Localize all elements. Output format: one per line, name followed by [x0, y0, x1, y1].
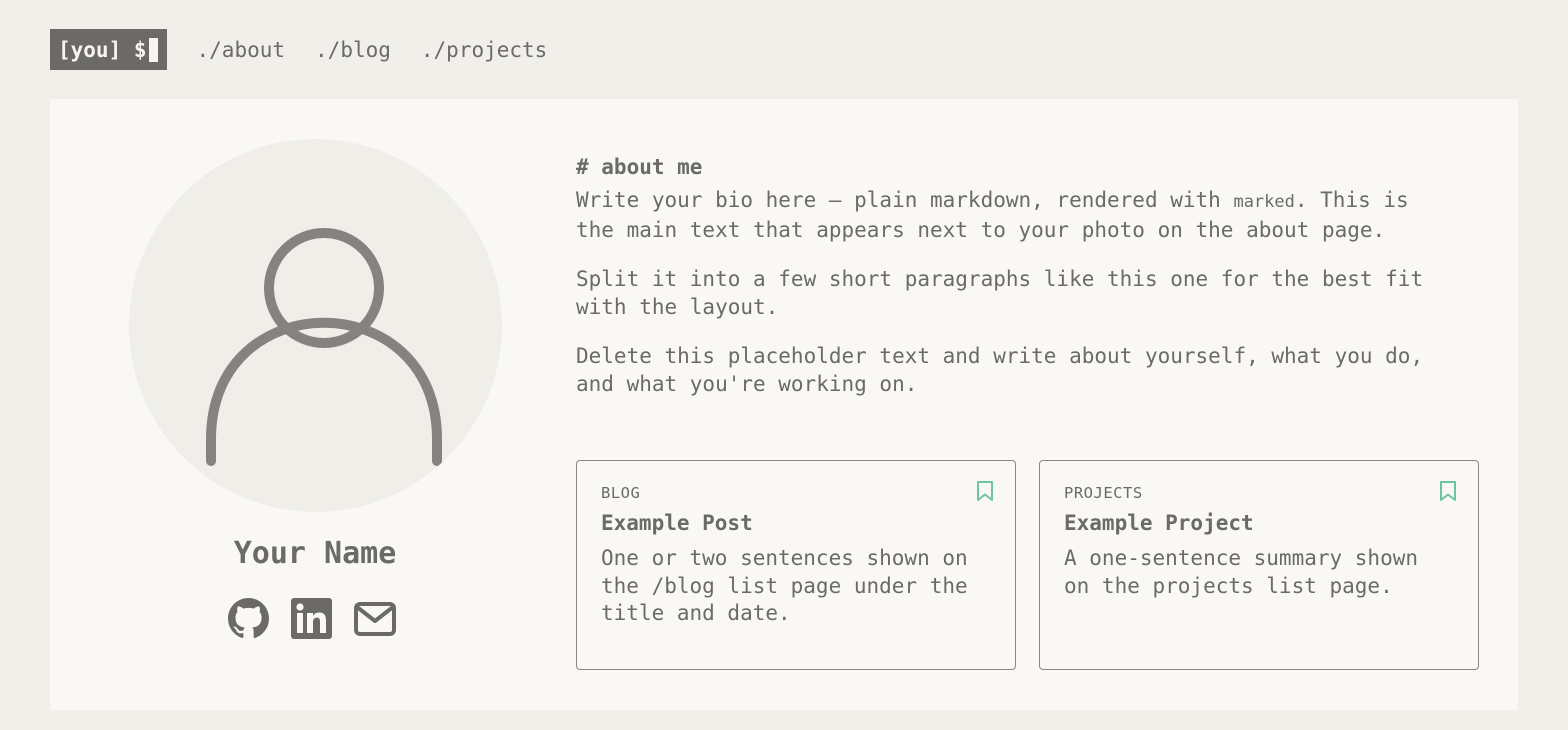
user-silhouette-icon [206, 228, 442, 466]
bio-text: Write your bio here — plain markdown, re… [576, 188, 1234, 212]
about-section: # about me Write your bio here — plain m… [576, 153, 1456, 421]
avatar [129, 139, 502, 512]
nav-link-blog[interactable]: ./blog [315, 38, 391, 62]
project-card[interactable]: PROJECTS Example Project A one-sentence … [1039, 460, 1479, 670]
featured-cards: BLOG Example Post One or two sentences s… [576, 460, 1502, 670]
top-nav-bar: [you] $ ./about ./blog ./projects [50, 29, 577, 70]
card-tag: PROJECTS [1064, 484, 1143, 502]
nav-link-projects[interactable]: ./projects [421, 38, 547, 62]
about-heading: # about me [576, 155, 703, 179]
bookmark-icon [977, 481, 993, 501]
mail-icon[interactable] [354, 601, 396, 640]
card-summary: A one-sentence summary shown on the proj… [1064, 546, 1419, 598]
blog-card[interactable]: BLOG Example Post One or two sentences s… [576, 460, 1016, 670]
logo-text: [you] $ [58, 37, 147, 62]
terminal-cursor-icon [148, 37, 158, 62]
bookmark-icon [1440, 481, 1456, 501]
nav-link-about[interactable]: ./about [197, 38, 286, 62]
nav-links: ./about ./blog ./projects [197, 38, 578, 62]
linkedin-icon[interactable] [291, 598, 332, 643]
profile-name: Your Name [233, 536, 397, 571]
site-logo[interactable]: [you] $ [50, 29, 167, 70]
card-title: Example Project [1064, 511, 1254, 535]
github-icon[interactable] [228, 598, 269, 643]
inline-code: marked [1233, 192, 1295, 212]
bio-paragraph-2: Split it into a few short paragraphs lik… [576, 267, 1424, 319]
card-summary: One or two sentences shown on the /blog … [601, 546, 968, 625]
card-tag: BLOG [601, 484, 641, 502]
social-links [228, 598, 418, 643]
card-title: Example Post [601, 511, 753, 535]
bio-paragraph-3: Delete this placeholder text and write a… [576, 344, 1424, 396]
bio-paragraph-1: Write your bio here — plain markdown, re… [576, 187, 1456, 244]
main-panel: Your Name # about me Write your bio here… [50, 99, 1518, 710]
